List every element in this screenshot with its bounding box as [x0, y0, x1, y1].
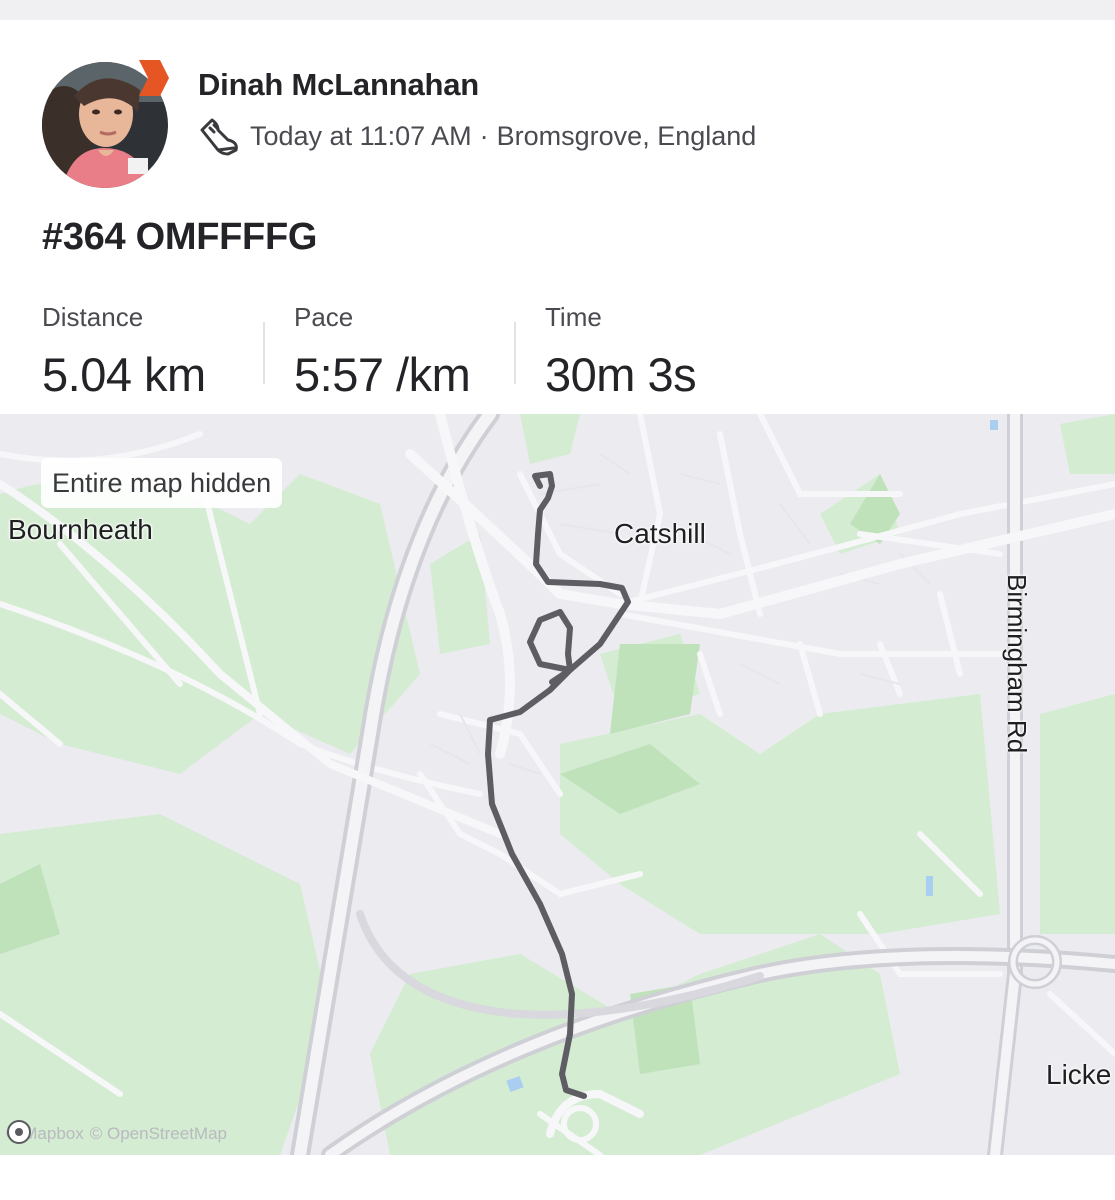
activity-location: Bromsgrove, England	[496, 120, 757, 151]
run-shoe-icon	[200, 118, 238, 156]
place-label-lickey: Licke	[1046, 1059, 1112, 1090]
activity-timestamp: Today at 11:07 AM	[250, 120, 472, 151]
stat-divider	[263, 322, 265, 384]
stat-value: 30m 3s	[545, 348, 697, 401]
map-canvas	[0, 414, 1115, 1155]
card-bottom	[0, 1155, 1115, 1200]
athlete-avatar-group[interactable]	[42, 60, 169, 188]
place-label-catshill: Catshill	[614, 518, 706, 549]
privacy-chip: Entire map hidden	[41, 458, 283, 508]
stat-value: 5.04 km	[42, 348, 206, 401]
stat-divider	[514, 322, 516, 384]
stat-label: Distance	[42, 302, 144, 332]
athlete-name[interactable]: Dinah McLannahan	[198, 67, 479, 103]
stat-label: Pace	[294, 302, 354, 332]
stat-value: 5:57 /km	[294, 348, 471, 401]
activity-meta: Today at 11:07 AM · Bromsgrove, England	[198, 116, 756, 156]
stats-row: Distance 5.04 km Pace 5:57 /km Time 30m …	[42, 302, 774, 402]
route-map[interactable]: Entire map hidden Bournheath Catshill Li…	[0, 414, 1115, 1155]
attribution-osm[interactable]: © OpenStreetMap	[90, 1124, 227, 1144]
mapbox-logo-icon[interactable]	[6, 1119, 32, 1145]
activity-title[interactable]: #364 OMFFFFG	[42, 216, 317, 259]
place-label-bournheath: Bournheath	[8, 514, 153, 545]
map-attribution: © Mapbox © OpenStreetMap	[6, 1119, 227, 1149]
stat-pace: Pace 5:57 /km	[263, 302, 514, 402]
stat-label: Time	[545, 302, 602, 332]
stat-distance: Distance 5.04 km	[42, 302, 263, 402]
subscriber-badge-icon	[139, 60, 169, 96]
stat-time: Time 30m 3s	[514, 302, 774, 402]
top-separator	[0, 0, 1115, 20]
meta-separator: ·	[479, 120, 489, 151]
privacy-chip-label: Entire map hidden	[52, 467, 272, 498]
road-label-birmingham-rd: Birmingham Rd	[1002, 574, 1032, 754]
